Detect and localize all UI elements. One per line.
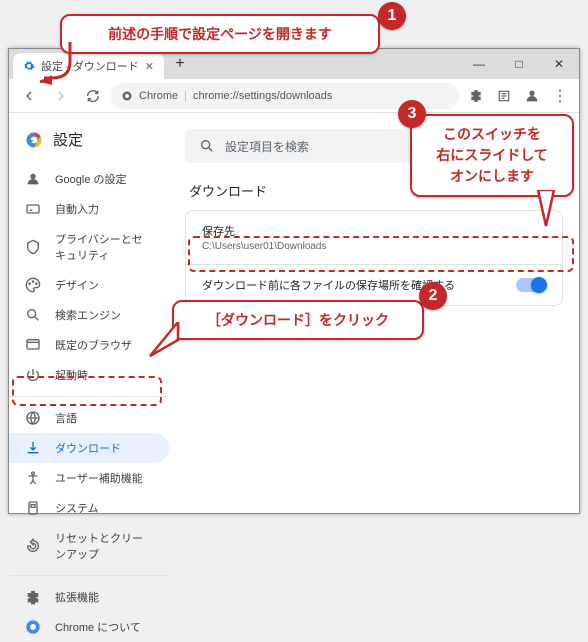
sidebar-divider <box>9 575 169 576</box>
chrome-product-icon <box>121 90 133 102</box>
browser-icon <box>25 337 41 353</box>
sidebar-item-label: システム <box>55 500 99 516</box>
sidebar-item-privacy[interactable]: プライバシーとセキュリティ <box>9 224 169 270</box>
sidebar-item-label: Google の設定 <box>55 171 127 187</box>
sidebar-item-label: 自動入力 <box>55 201 99 217</box>
callout-3: このスイッチを 右にスライドして オンにします <box>410 114 574 197</box>
url-label: Chrome <box>139 90 178 102</box>
sidebar-divider <box>9 396 169 397</box>
sidebar-item-label: ユーザー補助機能 <box>55 470 143 486</box>
callout-1-tail <box>40 42 80 92</box>
toolbar-icons: ⋮ <box>463 83 573 109</box>
settings-brand: 設定 <box>9 129 169 164</box>
reset-icon <box>25 538 41 554</box>
sidebar-item-search[interactable]: 検索エンジン <box>9 300 169 330</box>
sidebar-item-label: 拡張機能 <box>55 589 99 605</box>
maximize-button[interactable]: □ <box>499 49 539 79</box>
sidebar-item-label: 検索エンジン <box>55 307 121 323</box>
close-window-button[interactable]: ✕ <box>539 49 579 79</box>
a11y-icon <box>25 470 41 486</box>
power-icon <box>25 367 41 383</box>
ask-location-toggle[interactable] <box>516 278 546 292</box>
tab-close-icon[interactable]: ✕ <box>145 60 154 73</box>
sidebar-item-download[interactable]: ダウンロード <box>9 433 169 463</box>
sidebar-item-reset[interactable]: リセットとクリーンアップ <box>9 523 169 569</box>
callout-2-text: ［ダウンロード］をクリック <box>207 312 389 328</box>
sidebar-item-label: Chrome について <box>55 619 141 635</box>
kebab-menu-icon[interactable]: ⋮ <box>547 83 573 109</box>
address-bar: Chrome | chrome://settings/downloads ⋮ <box>9 79 579 113</box>
design-icon <box>25 277 41 293</box>
sidebar-item-person[interactable]: Google の設定 <box>9 164 169 194</box>
save-location-row: 保存先 C:\Users\user01\Downloads <box>186 211 562 264</box>
person-icon <box>25 171 41 187</box>
ask-location-label: ダウンロード前に各ファイルの保存場所を確認する <box>202 277 455 293</box>
window-controls: — □ ✕ <box>459 49 579 79</box>
gear-icon <box>23 60 35 72</box>
sidebar-item-label: プライバシーとセキュリティ <box>55 231 153 263</box>
save-location-value: C:\Users\user01\Downloads <box>202 241 546 252</box>
downloads-card: 保存先 C:\Users\user01\Downloads ダウンロード前に各フ… <box>185 210 563 306</box>
callout-1: 前述の手順で設定ページを開きます <box>60 14 380 54</box>
system-icon <box>25 500 41 516</box>
settings-title: 設定 <box>53 129 83 150</box>
sidebar-item-a11y[interactable]: ユーザー補助機能 <box>9 463 169 493</box>
search-icon <box>199 138 215 154</box>
settings-sidebar: 設定 Google の設定自動入力プライバシーとセキュリティデザイン検索エンジン… <box>9 113 169 513</box>
url-path: chrome://settings/downloads <box>193 90 332 102</box>
sidebar-item-browser[interactable]: 既定のブラウザ <box>9 330 169 360</box>
reading-list-icon[interactable] <box>491 83 517 109</box>
sidebar-item-label: 既定のブラウザ <box>55 337 132 353</box>
callout-3-tail <box>528 190 558 230</box>
minimize-button[interactable]: — <box>459 49 499 79</box>
back-button[interactable] <box>15 82 43 110</box>
search-placeholder: 設定項目を検索 <box>225 138 309 155</box>
ask-location-row: ダウンロード前に各ファイルの保存場所を確認する <box>186 264 562 305</box>
callout-3-line2: 右にスライドして <box>428 145 556 166</box>
callout-1-text: 前述の手順で設定ページを開きます <box>108 26 332 42</box>
sidebar-item-about[interactable]: Chrome について <box>9 612 169 642</box>
sidebar-item-autofill[interactable]: 自動入力 <box>9 194 169 224</box>
new-tab-button[interactable]: + <box>168 52 192 76</box>
autofill-icon <box>25 201 41 217</box>
callout-3-line3: オンにします <box>428 166 556 187</box>
download-icon <box>25 440 41 456</box>
chrome-logo-icon <box>25 131 43 149</box>
sidebar-item-ext[interactable]: 拡張機能 <box>9 582 169 612</box>
sidebar-item-design[interactable]: デザイン <box>9 270 169 300</box>
sidebar-item-label: ダウンロード <box>55 440 121 456</box>
badge-1: 1 <box>378 2 406 30</box>
search-icon <box>25 307 41 323</box>
sidebar-item-label: デザイン <box>55 277 99 293</box>
sidebar-item-power[interactable]: 起動時 <box>9 360 169 390</box>
privacy-icon <box>25 239 41 255</box>
save-location-label: 保存先 <box>202 223 546 239</box>
sidebar-item-label: 言語 <box>55 410 77 426</box>
sidebar-item-label: 起動時 <box>55 367 88 383</box>
profile-icon[interactable] <box>519 83 545 109</box>
badge-2: 2 <box>419 282 447 310</box>
callout-2: ［ダウンロード］をクリック <box>172 300 424 340</box>
browser-tab[interactable]: 設定 - ダウンロード ✕ <box>13 53 164 79</box>
sidebar-item-label: リセットとクリーンアップ <box>55 530 153 562</box>
callout-3-line1: このスイッチを <box>428 124 556 145</box>
sidebar-item-system[interactable]: システム <box>9 493 169 523</box>
lang-icon <box>25 410 41 426</box>
ext-icon <box>25 589 41 605</box>
reload-button[interactable] <box>79 82 107 110</box>
badge-3: 3 <box>398 100 426 128</box>
extension-icon[interactable] <box>463 83 489 109</box>
callout-2-tail <box>148 322 182 362</box>
sidebar-item-lang[interactable]: 言語 <box>9 403 169 433</box>
toggle-knob <box>531 277 547 293</box>
about-icon <box>25 619 41 635</box>
